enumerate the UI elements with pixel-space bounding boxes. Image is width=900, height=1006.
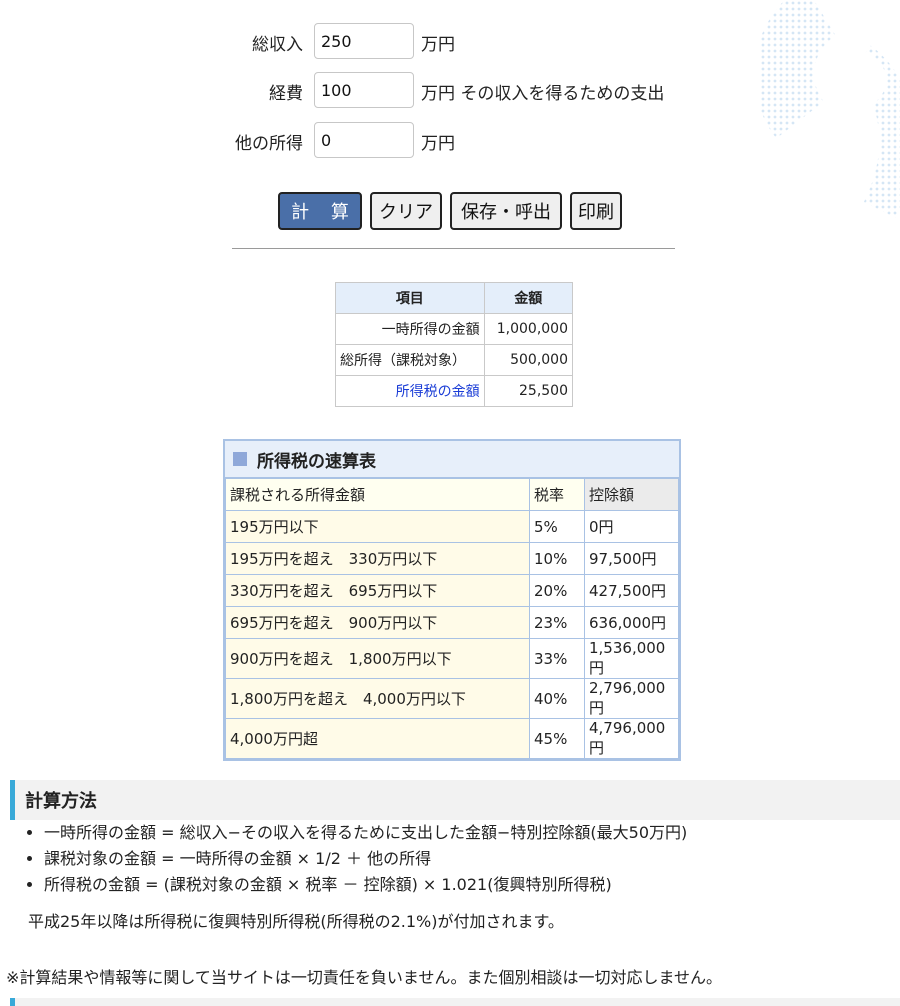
table-row: 695万円を超え 900万円以下 23% 636,000円 [225,606,679,639]
result-item-label: 総所得（課税対象） [335,344,485,376]
result-table: 項目 金額 一時所得の金額 1,000,000 総所得（課税対象） 500,00… [335,282,574,407]
method-section-heading: 計算方法 [10,780,900,820]
rate-deduction: 636,000円 [584,606,679,639]
result-item-label: 一時所得の金額 [335,313,485,345]
rate-header-deduction: 控除額 [584,478,679,511]
rate-range: 195万円を超え 330万円以下 [225,542,530,575]
rate-percent: 20% [529,574,585,607]
next-section-heading-edge [10,998,900,1006]
list-item: 一時所得の金額 = 総収入−その収入を得るために支出した金額−特別控除額(最大5… [44,820,687,846]
table-row: 一時所得の金額 1,000,000 [335,313,574,345]
expense-unit: 万円 その収入を得るための支出 [421,83,665,104]
rate-table-title: 所得税の速算表 [257,451,376,472]
income-label: 総収入 [252,34,303,55]
rate-deduction: 97,500円 [584,542,679,575]
rate-table-title-bar: 所得税の速算表 [225,441,679,478]
rate-percent: 45% [529,718,585,759]
rate-percent: 23% [529,606,585,639]
rate-header-range: 課税される所得金額 [225,478,530,511]
other-income-label: 他の所得 [235,133,303,154]
rate-percent: 10% [529,542,585,575]
table-row: 4,000万円超 45% 4,796,000円 [225,718,679,759]
rate-table: 課税される所得金額 税率 控除額 195万円以下 5% 0円 195万円を超え … [225,478,679,759]
table-row: 195万円を超え 330万円以下 10% 97,500円 [225,542,679,575]
other-income-unit: 万円 [421,133,455,154]
formula-list: 一時所得の金額 = 総収入−その収入を得るために支出した金額−特別控除額(最大5… [22,820,687,898]
expense-label: 経費 [269,83,303,104]
rate-percent: 33% [529,638,585,679]
table-row: 330万円を超え 695万円以下 20% 427,500円 [225,574,679,607]
table-row: 総所得（課税対象） 500,000 [335,344,574,376]
rate-percent: 5% [529,510,585,543]
other-income-row: 他の所得 万円 [0,122,900,160]
rate-deduction: 0円 [584,510,679,543]
clear-button[interactable]: クリア [370,192,442,230]
rate-range: 900万円を超え 1,800万円以下 [225,638,530,679]
rate-percent: 40% [529,678,585,719]
disclaimer-text: ※計算結果や情報等に関して当サイトは一切責任を負いません。また個別相談は一切対応… [6,968,722,987]
rate-deduction: 427,500円 [584,574,679,607]
result-header-amount: 金額 [483,282,574,314]
result-header-row: 項目 金額 [335,282,574,314]
save-load-button[interactable]: 保存・呼出 [450,192,562,230]
divider [232,248,675,249]
rate-table-box: 所得税の速算表 課税される所得金額 税率 控除額 195万円以下 5% 0円 1… [223,439,681,761]
table-row: 900万円を超え 1,800万円以下 33% 1,536,000円 [225,638,679,679]
result-amount-value: 1,000,000 [483,313,574,345]
rate-deduction: 4,796,000円 [584,718,679,759]
expense-input[interactable] [314,72,414,108]
list-item: 所得税の金額 = (課税対象の金額 × 税率 － 控除額) × 1.021(復興… [44,872,687,898]
result-amount-value: 25,500 [483,375,574,407]
rate-header-rate: 税率 [529,478,585,511]
square-bullet-icon [233,452,247,466]
method-title: 計算方法 [25,791,97,812]
table-row: 195万円以下 5% 0円 [225,510,679,543]
print-button[interactable]: 印刷 [570,192,622,230]
income-unit: 万円 [421,34,455,55]
table-row: 所得税の金額 25,500 [335,375,574,407]
rate-range: 1,800万円を超え 4,000万円以下 [225,678,530,719]
table-row: 1,800万円を超え 4,000万円以下 40% 2,796,000円 [225,678,679,719]
calculate-button[interactable]: 計 算 [278,192,362,230]
rate-header-row: 課税される所得金額 税率 控除額 [225,478,679,511]
income-row: 総収入 万円 [0,23,900,61]
expense-row: 経費 万円 その収入を得るための支出 [0,72,900,110]
result-item-label-tax: 所得税の金額 [335,375,485,407]
rate-range: 330万円を超え 695万円以下 [225,574,530,607]
income-input[interactable] [314,23,414,59]
rate-range: 4,000万円超 [225,718,530,759]
rate-range: 195万円以下 [225,510,530,543]
rate-range: 695万円を超え 900万円以下 [225,606,530,639]
reconstruction-tax-note: 平成25年以降は所得税に復興特別所得税(所得税の2.1%)が付加されます。 [28,912,564,931]
result-amount-value: 500,000 [483,344,574,376]
rate-deduction: 2,796,000円 [584,678,679,719]
rate-deduction: 1,536,000円 [584,638,679,679]
other-income-input[interactable] [314,122,414,158]
result-header-item: 項目 [335,282,485,314]
list-item: 課税対象の金額 = 一時所得の金額 × 1/2 ＋ 他の所得 [44,846,687,872]
